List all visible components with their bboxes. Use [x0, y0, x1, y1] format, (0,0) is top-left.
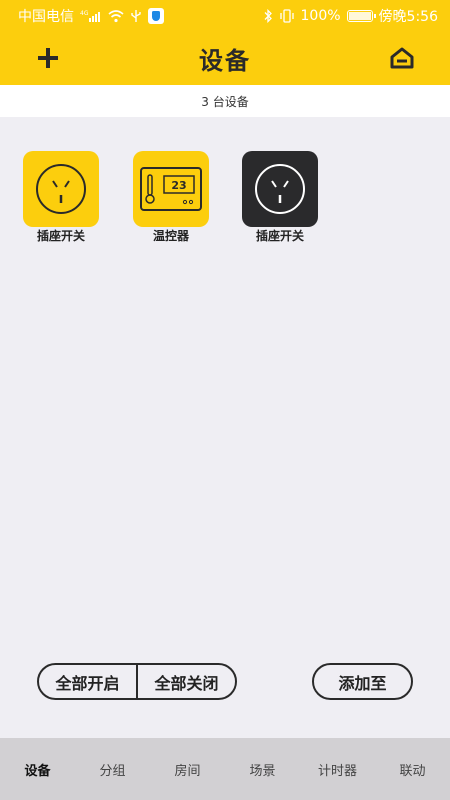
- device-label: 插座开关: [36, 229, 85, 243]
- clock: 傍晚5:56: [378, 9, 438, 25]
- all-on-button[interactable]: 全部开启: [39, 665, 136, 698]
- device-label: 插座开关: [255, 229, 304, 243]
- power-toggle-group: 全部开启 全部关闭: [37, 663, 237, 700]
- status-bar-right: 100% 傍晚5:56: [263, 6, 438, 26]
- device-count: 3 台设备: [201, 94, 249, 109]
- bluetooth-icon: [263, 9, 273, 23]
- thermostat-display: 23: [171, 179, 186, 192]
- device-item[interactable]: 23 温控器: [124, 151, 214, 251]
- tab-timers[interactable]: 计时器: [300, 760, 375, 779]
- tab-groups[interactable]: 分组: [75, 760, 150, 779]
- tab-devices[interactable]: 设备: [0, 760, 75, 779]
- carrier-label: 中国电信: [18, 9, 74, 25]
- socket-icon: [36, 164, 86, 214]
- add-to-button[interactable]: 添加至: [312, 663, 413, 700]
- device-tile[interactable]: [23, 151, 99, 227]
- battery-percent: 100%: [300, 8, 341, 24]
- status-bar: 中国电信 4G 100% 傍晚5:56: [0, 0, 450, 32]
- tab-automation[interactable]: 联动: [375, 760, 450, 779]
- device-item[interactable]: 插座开关: [233, 151, 323, 251]
- usb-icon: [130, 9, 142, 23]
- device-item[interactable]: 插座开关: [14, 151, 104, 251]
- wifi-icon: [108, 9, 124, 23]
- all-off-button[interactable]: 全部关闭: [138, 665, 235, 698]
- device-grid: 插座开关 23 温控器 插座开关: [0, 117, 450, 657]
- socket-icon: [255, 164, 305, 214]
- bottom-tab-bar: 设备 分组 房间 场景 计时器 联动: [0, 738, 450, 800]
- home-icon: [390, 47, 414, 69]
- device-tile[interactable]: 23: [133, 151, 209, 227]
- status-bar-left: 中国电信 4G: [18, 6, 164, 26]
- tab-scenes[interactable]: 场景: [225, 760, 300, 779]
- device-label: 温控器: [152, 229, 189, 243]
- tab-rooms[interactable]: 房间: [150, 760, 225, 779]
- app-header: 设备: [0, 32, 450, 85]
- add-device-button[interactable]: [30, 40, 66, 76]
- vibrate-icon: [279, 9, 295, 23]
- battery-icon: [346, 10, 376, 22]
- signal-icon: 4G: [80, 9, 102, 23]
- network-type-label: 4G: [80, 10, 89, 17]
- home-button[interactable]: [384, 40, 420, 76]
- device-tile[interactable]: [242, 151, 318, 227]
- page-title: 设备: [199, 47, 251, 75]
- device-count-bar: 3 台设备: [0, 85, 450, 117]
- plus-icon: [38, 48, 58, 68]
- security-app-icon: [148, 8, 164, 24]
- thermostat-icon: 23: [140, 167, 202, 211]
